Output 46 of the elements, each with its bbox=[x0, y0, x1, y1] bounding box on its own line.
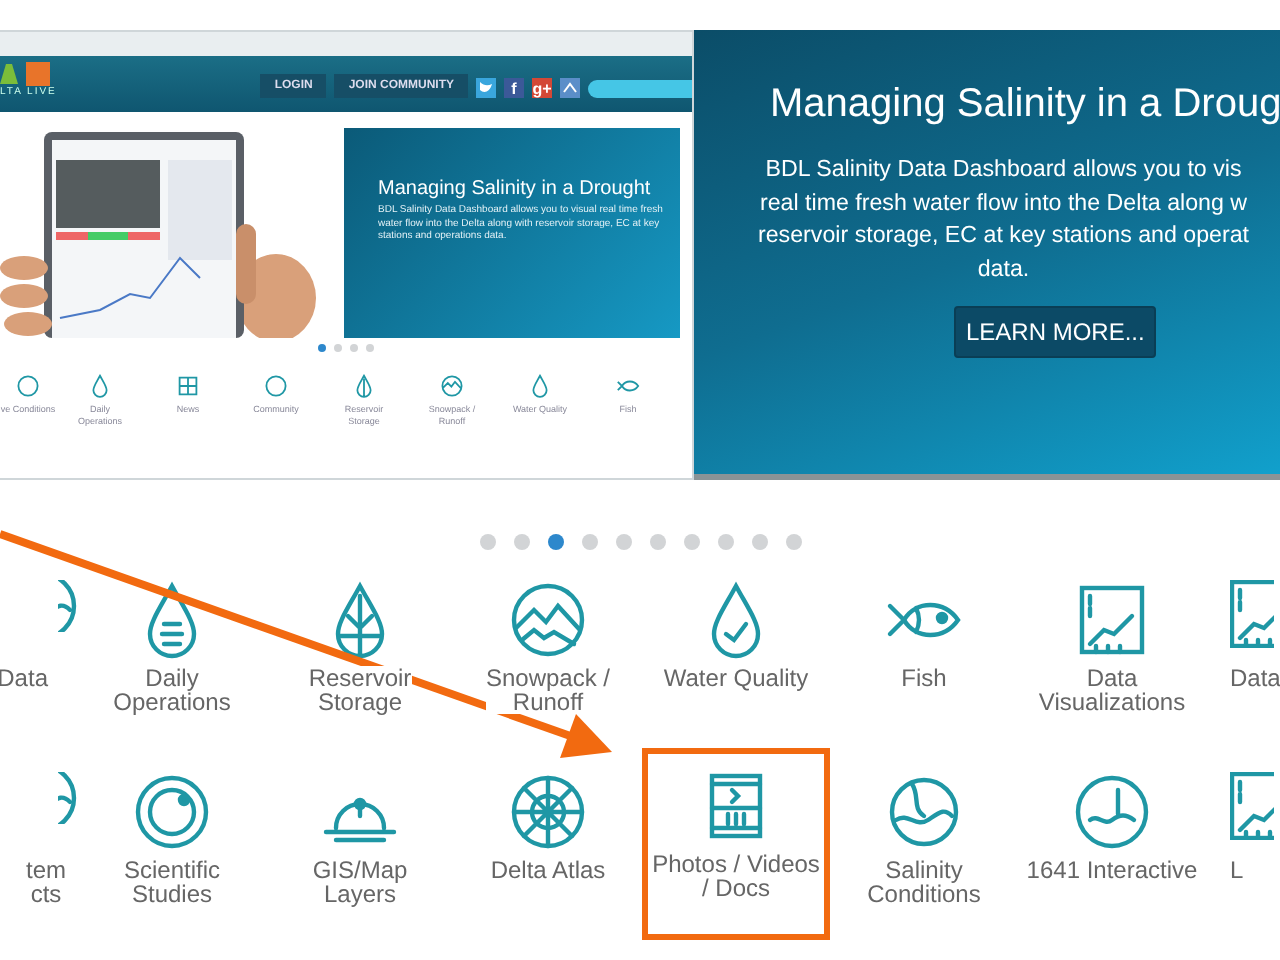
chart-icon bbox=[1230, 580, 1274, 648]
drop-icon[interactable] bbox=[528, 374, 552, 398]
carousel-dot[interactable] bbox=[334, 344, 342, 352]
carousel-dot[interactable] bbox=[350, 344, 358, 352]
carousel-dot[interactable] bbox=[581, 534, 597, 550]
tile-label[interactable]: Daily Operations bbox=[113, 666, 231, 714]
tile-label[interactable]: Salinity Conditions bbox=[867, 858, 981, 906]
gauge-icon bbox=[1072, 772, 1152, 852]
chart-icon bbox=[1230, 772, 1274, 840]
carousel-dot[interactable] bbox=[318, 344, 326, 352]
carousel-dot[interactable] bbox=[649, 534, 665, 550]
tile-label[interactable]: Photos / Videos / Docs bbox=[652, 852, 820, 900]
carousel-dot[interactable] bbox=[547, 534, 563, 550]
slide-title: Managing Salinity in a Drought bbox=[378, 178, 653, 200]
drop-icon[interactable] bbox=[352, 374, 376, 398]
carousel-dot[interactable] bbox=[751, 534, 767, 550]
learn-more-button[interactable]: LEARN MORE... bbox=[954, 306, 1157, 358]
target-icon bbox=[132, 772, 212, 852]
tile-label[interactable]: Scientific Studies bbox=[123, 858, 221, 906]
wheel-icon bbox=[508, 772, 588, 852]
tile-label[interactable]: Data Visualizations bbox=[1038, 666, 1186, 714]
logo-icon bbox=[0, 62, 52, 86]
carousel-dot[interactable] bbox=[615, 534, 631, 550]
tile-label[interactable]: Water Quality bbox=[663, 666, 809, 690]
search-field[interactable] bbox=[588, 80, 692, 98]
mountain-icon[interactable] bbox=[440, 374, 464, 398]
tile-label[interactable]: Fish bbox=[901, 666, 947, 690]
tile-label[interactable]: 1641 Interactive bbox=[1026, 858, 1198, 882]
banner-text: BDL Salinity Data Dashboard allows you to vis real time fresh water flow into the Delta along w reservoir storage, EC at key stations and operat data. bbox=[758, 154, 1250, 285]
tile-label[interactable]: Reservoir Storage bbox=[308, 666, 412, 714]
carousel-dot[interactable] bbox=[683, 534, 699, 550]
carousel-dot[interactable] bbox=[717, 534, 733, 550]
carousel-dot[interactable] bbox=[479, 534, 495, 550]
banner-title: Managing Salinity in a Droug bbox=[770, 82, 1280, 128]
mountain-icon bbox=[508, 580, 588, 660]
tile-label[interactable]: GIS/Map Layers bbox=[312, 858, 408, 906]
tile-label[interactable]: Snowpack / Runoff bbox=[485, 666, 611, 714]
social-button[interactable]: f bbox=[504, 78, 524, 98]
tile-label[interactable]: Delta Atlas bbox=[490, 858, 606, 882]
carousel-dot[interactable] bbox=[785, 534, 801, 550]
carousel-dot[interactable] bbox=[513, 534, 529, 550]
highlighted-tile[interactable]: Photos / Videos / Docs bbox=[642, 748, 830, 940]
grid-icon[interactable] bbox=[176, 374, 200, 398]
drop-icon[interactable] bbox=[88, 374, 112, 398]
carousel-dot[interactable] bbox=[366, 344, 374, 352]
social-button[interactable]: g+ bbox=[532, 78, 552, 98]
